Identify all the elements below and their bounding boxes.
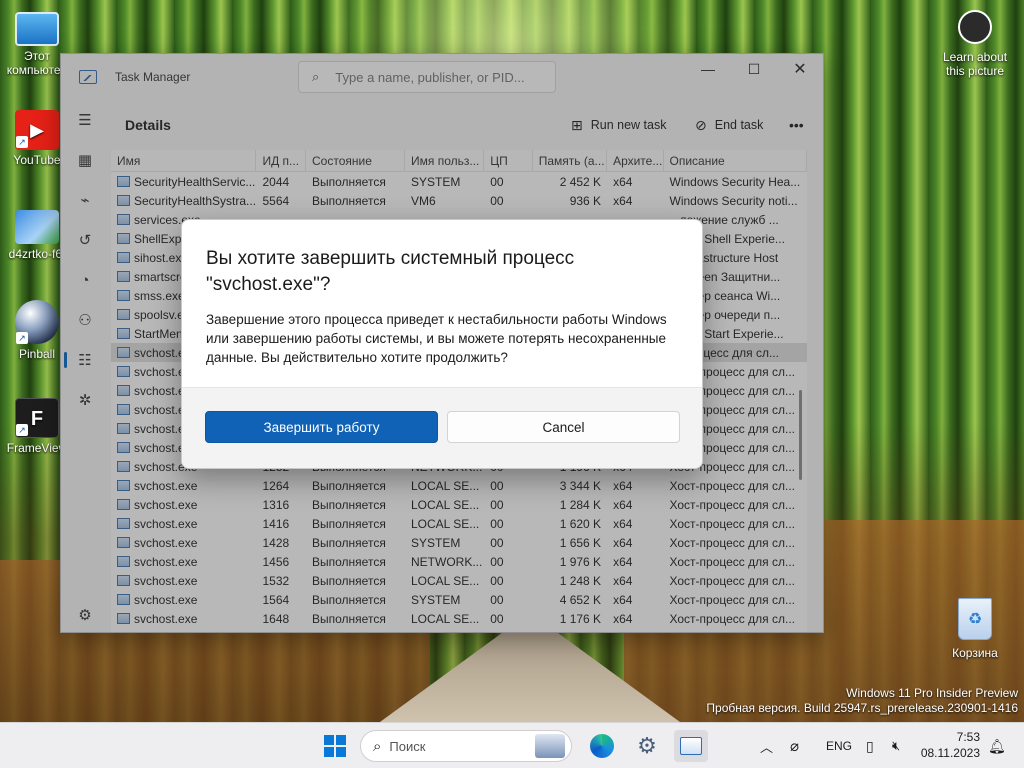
taskbar-settings[interactable]: ⚙ [631, 730, 663, 762]
recycle-bin-icon: ♻ [958, 598, 992, 640]
show-hidden-icons[interactable]: ︿ [760, 723, 773, 768]
desktop-icon-recycle-bin[interactable]: ♻ Корзина [944, 598, 1006, 660]
image-icon [15, 210, 59, 244]
network-offline-icon: ⌀ [790, 738, 800, 755]
taskbar: ⌕ Поиск ⚙ ︿ ⌀ ENG ▯ 🔇︎ 7:53 08.11.2023 🔔… [0, 722, 1024, 768]
start-button[interactable] [318, 730, 352, 762]
phone-link[interactable]: ▯ [866, 723, 874, 768]
device-icon: ▯ [866, 737, 874, 754]
monitor-icon [15, 12, 59, 46]
taskbar-search[interactable]: ⌕ Поиск [360, 730, 572, 762]
task-manager-icon [680, 737, 702, 755]
learn-about-picture[interactable]: Learn about this picture [935, 10, 1015, 78]
edge-icon [590, 734, 614, 758]
system-clock[interactable]: 7:53 08.11.2023 [921, 729, 980, 761]
windows-logo-icon [324, 735, 346, 757]
chevron-up-icon: ︿ [760, 739, 774, 755]
dialog-message: Завершение этого процесса приведет к нес… [206, 312, 667, 365]
shortcut-arrow-icon: ↗ [16, 332, 28, 344]
volume-status[interactable]: 🔇︎ [892, 723, 900, 768]
network-status[interactable]: ⌀ [790, 723, 799, 768]
dialog-footer: Завершить работу Cancel [182, 387, 702, 468]
search-icon: ⌕ [373, 737, 382, 755]
end-process-dialog: Вы хотите завершить системный процесс "s… [181, 219, 703, 469]
settings-gear-icon: ⚙ [637, 733, 657, 758]
confirm-end-process-button[interactable]: Завершить работу [205, 411, 438, 443]
search-highlight-icon [535, 734, 565, 758]
build-watermark: Windows 11 Pro Insider Preview Пробная в… [706, 686, 1018, 715]
camera-icon [958, 10, 992, 44]
shortcut-arrow-icon: ↗ [16, 424, 28, 436]
cancel-button[interactable]: Cancel [447, 411, 680, 443]
shortcut-arrow-icon: ↗ [16, 136, 28, 148]
speaker-muted-icon: 🔇︎ [892, 738, 901, 753]
notifications-button[interactable]: 🔔︎ [988, 723, 1006, 768]
taskbar-task-manager[interactable] [674, 730, 708, 762]
dialog-title: Вы хотите завершить системный процесс "s… [206, 248, 575, 295]
bell-icon: 🔔︎ [988, 737, 1006, 754]
input-language[interactable]: ENG [826, 723, 852, 768]
taskbar-edge[interactable] [586, 730, 618, 762]
